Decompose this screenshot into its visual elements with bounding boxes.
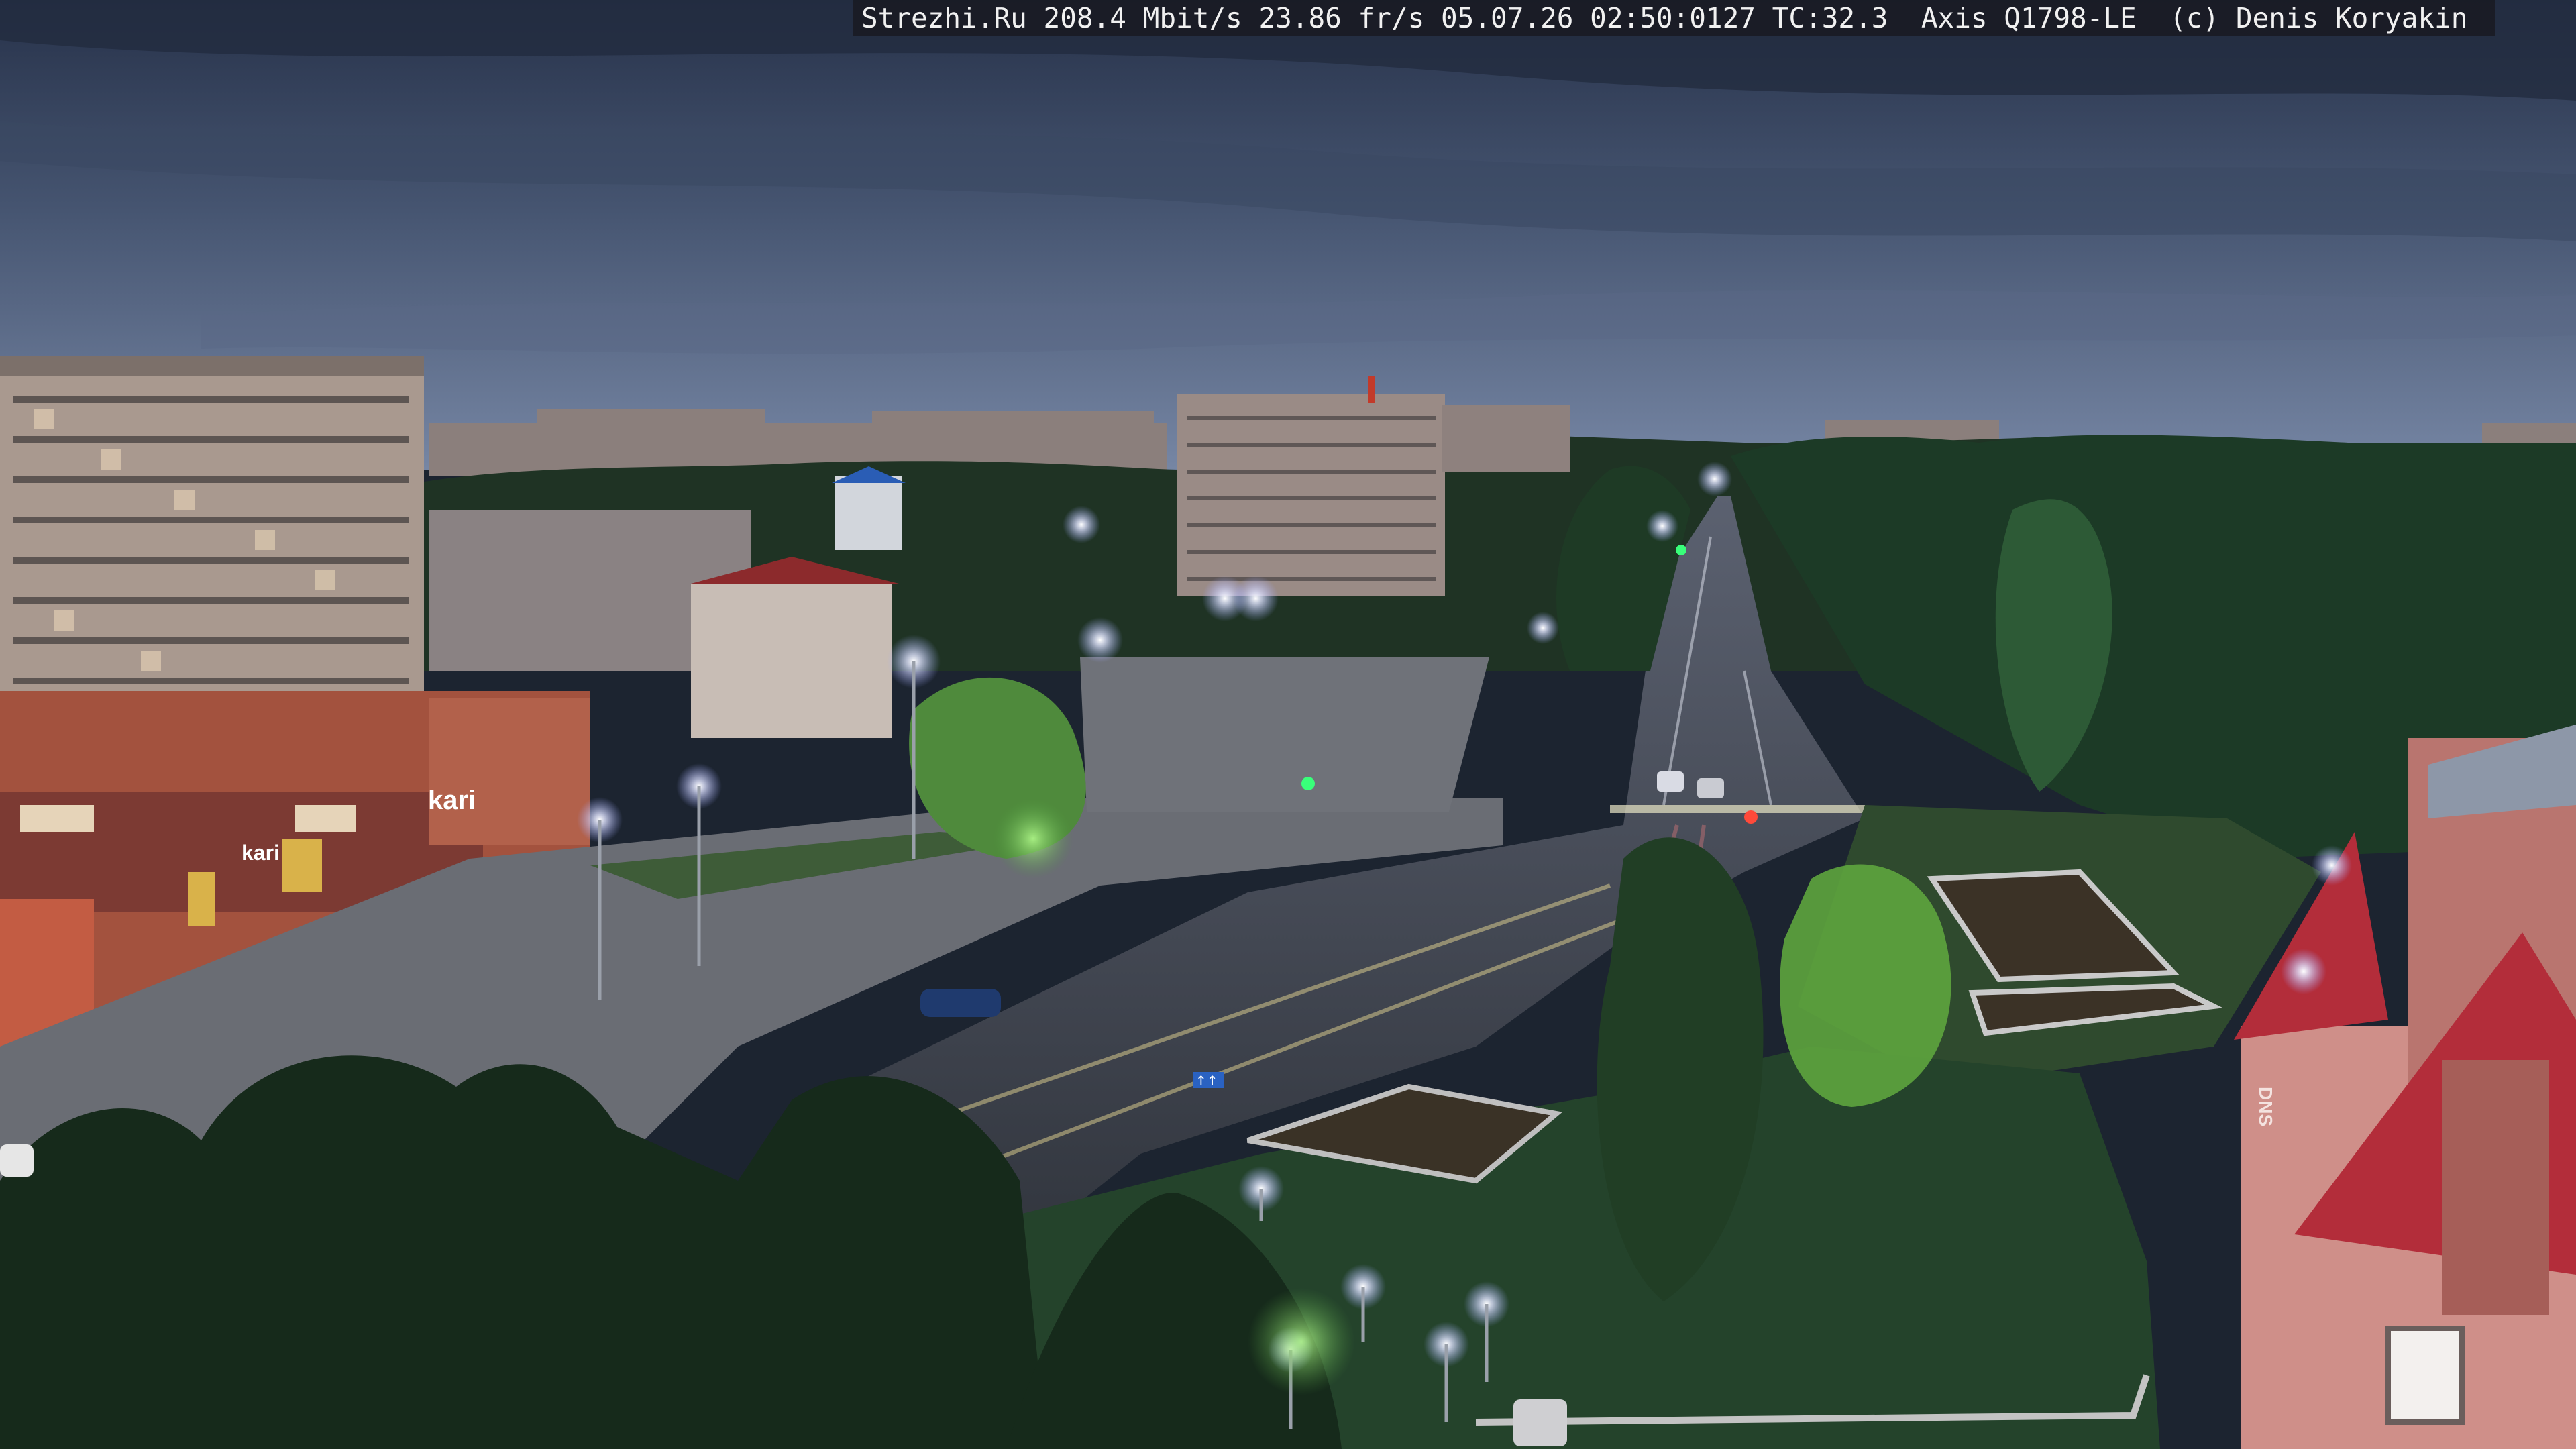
camera-scene: kari kari DNS ↑↑ [0,0,2576,1449]
overlay-copyright: (c) Denis Koryakin [2169,2,2468,34]
tall-building [1177,394,1445,596]
parked-car [920,989,1001,1017]
overlay-date: 05.07.26 [1440,2,1574,34]
kari-sign-large: kari [428,786,476,815]
overlay-bitrate: 208.4 Mbit/s [1043,2,1242,34]
lane-sign: ↑↑ [1195,1073,1218,1089]
overlay-framerate: 23.86 fr/s [1258,2,1425,34]
dns-sign: DNS [2255,1087,2276,1126]
overlay-camera: Axis Q1798-LE [1921,2,2137,34]
overlay-site: Strezhi.Ru [861,2,1027,34]
overlay-time: 02:50:0127 [1590,2,1756,34]
camera-info-overlay: Strezhi.Ru 208.4 Mbit/s 23.86 fr/s 05.07… [853,0,2496,36]
overlay-temperature: TC:32.3 [1772,2,1888,34]
kari-sign-small: kari [241,841,280,865]
